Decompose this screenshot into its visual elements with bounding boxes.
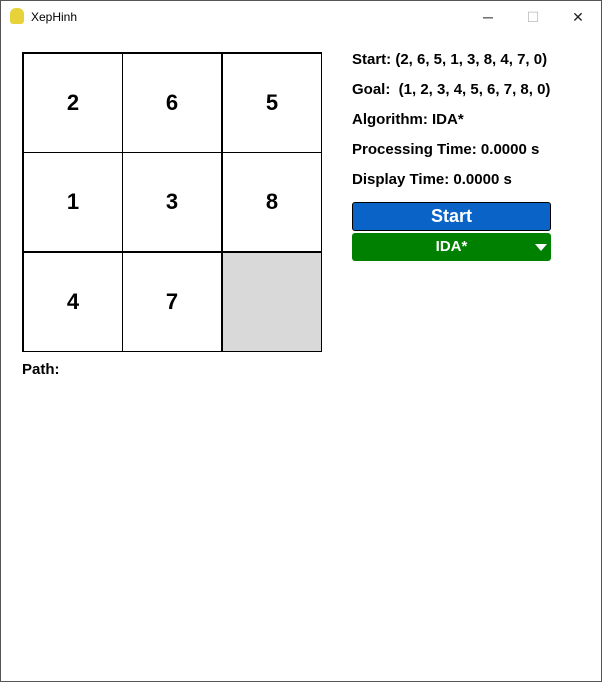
maximize-button[interactable]: ☐ <box>510 4 556 30</box>
tile: 8 <box>222 152 322 252</box>
algorithm-selected: IDA* <box>435 238 468 255</box>
algorithm-dropdown[interactable]: IDA* <box>352 233 551 261</box>
processing-time: Processing Time: 0.0000 s <box>352 141 540 158</box>
display-time: Display Time: 0.0000 s <box>352 171 512 188</box>
title-bar: XepHinh ─ ☐ ✕ <box>1 1 601 32</box>
tile: 5 <box>222 53 322 153</box>
minimize-button[interactable]: ─ <box>465 4 511 30</box>
tile: 6 <box>122 53 222 153</box>
window-title: XepHinh <box>31 10 78 24</box>
pygame-icon <box>10 8 24 24</box>
algorithm-label: Algorithm: IDA* <box>352 111 464 128</box>
goal-state: Goal: (1, 2, 3, 4, 5, 6, 7, 8, 0) <box>352 81 551 98</box>
app-window: XepHinh ─ ☐ ✕ 2 6 5 1 3 8 4 7 Start: (2,… <box>0 0 602 682</box>
caret-down-icon <box>535 244 547 251</box>
path-label: Path: <box>22 361 60 378</box>
tile: 7 <box>122 252 222 352</box>
puzzle-board: 2 6 5 1 3 8 4 7 <box>22 52 322 352</box>
close-button[interactable]: ✕ <box>555 4 601 30</box>
tile: 3 <box>122 152 222 252</box>
start-button[interactable]: Start <box>352 202 551 231</box>
tile: 2 <box>23 53 123 153</box>
blank-tile <box>222 252 322 352</box>
tile: 4 <box>23 252 123 352</box>
tile: 1 <box>23 152 123 252</box>
start-state: Start: (2, 6, 5, 1, 3, 8, 4, 7, 0) <box>352 51 548 68</box>
